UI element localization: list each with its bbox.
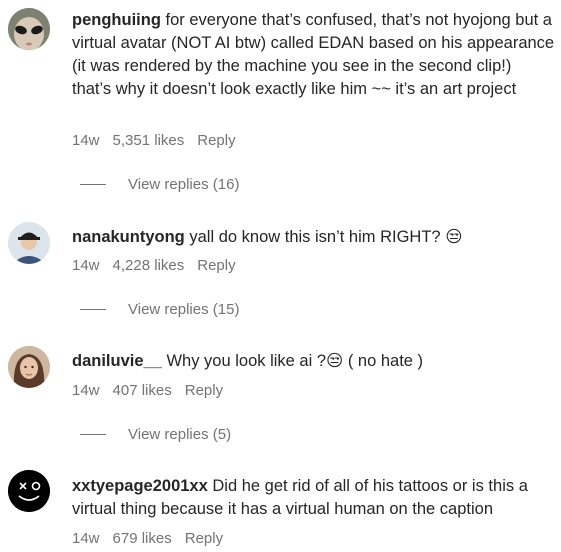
reply-button[interactable]: Reply bbox=[197, 257, 235, 274]
reply-button[interactable]: Reply bbox=[185, 530, 223, 547]
comment-username[interactable]: nanakuntyong bbox=[72, 228, 185, 246]
view-replies-label: View replies (5) bbox=[128, 426, 232, 443]
view-replies-label: View replies (15) bbox=[128, 301, 240, 318]
divider-line bbox=[80, 184, 106, 185]
comment-username[interactable]: penghuiing bbox=[72, 11, 161, 29]
comment-text: Why you look like ai ?😒 ( no hate ) bbox=[166, 352, 424, 370]
person-in-cap-icon bbox=[8, 222, 50, 264]
view-replies-button[interactable]: View replies (5) bbox=[80, 426, 231, 443]
alien-face-avatar[interactable] bbox=[8, 8, 50, 50]
divider-line bbox=[80, 309, 106, 310]
likes-count[interactable]: 407 likes bbox=[113, 382, 172, 399]
comment-age: 14w bbox=[72, 132, 100, 149]
comment-age: 14w bbox=[72, 382, 100, 399]
comment-username[interactable]: daniluvie__ bbox=[72, 352, 162, 370]
person-in-cap-avatar[interactable] bbox=[8, 222, 50, 264]
woman-portrait-avatar[interactable] bbox=[8, 346, 50, 388]
view-replies-button[interactable]: View replies (15) bbox=[80, 301, 239, 318]
alien-face-icon bbox=[8, 8, 50, 50]
comment-username[interactable]: xxtyepage2001xx bbox=[72, 477, 208, 495]
likes-count[interactable]: 5,351 likes bbox=[113, 132, 185, 149]
view-replies-label: View replies (16) bbox=[128, 176, 240, 193]
comment-age: 14w bbox=[72, 257, 100, 274]
comment-text: yall do know this isn’t him RIGHT? 😒 bbox=[189, 228, 463, 246]
smiley-doodle-avatar[interactable] bbox=[8, 470, 50, 512]
reply-button[interactable]: Reply bbox=[185, 382, 223, 399]
likes-count[interactable]: 679 likes bbox=[113, 530, 172, 547]
likes-count[interactable]: 4,228 likes bbox=[113, 257, 185, 274]
reply-button[interactable]: Reply bbox=[197, 132, 235, 149]
divider-line bbox=[80, 434, 106, 435]
comment-age: 14w bbox=[72, 530, 100, 547]
view-replies-button[interactable]: View replies (16) bbox=[80, 176, 239, 193]
woman-portrait-icon bbox=[8, 346, 50, 388]
smiley-doodle-icon bbox=[8, 470, 50, 512]
